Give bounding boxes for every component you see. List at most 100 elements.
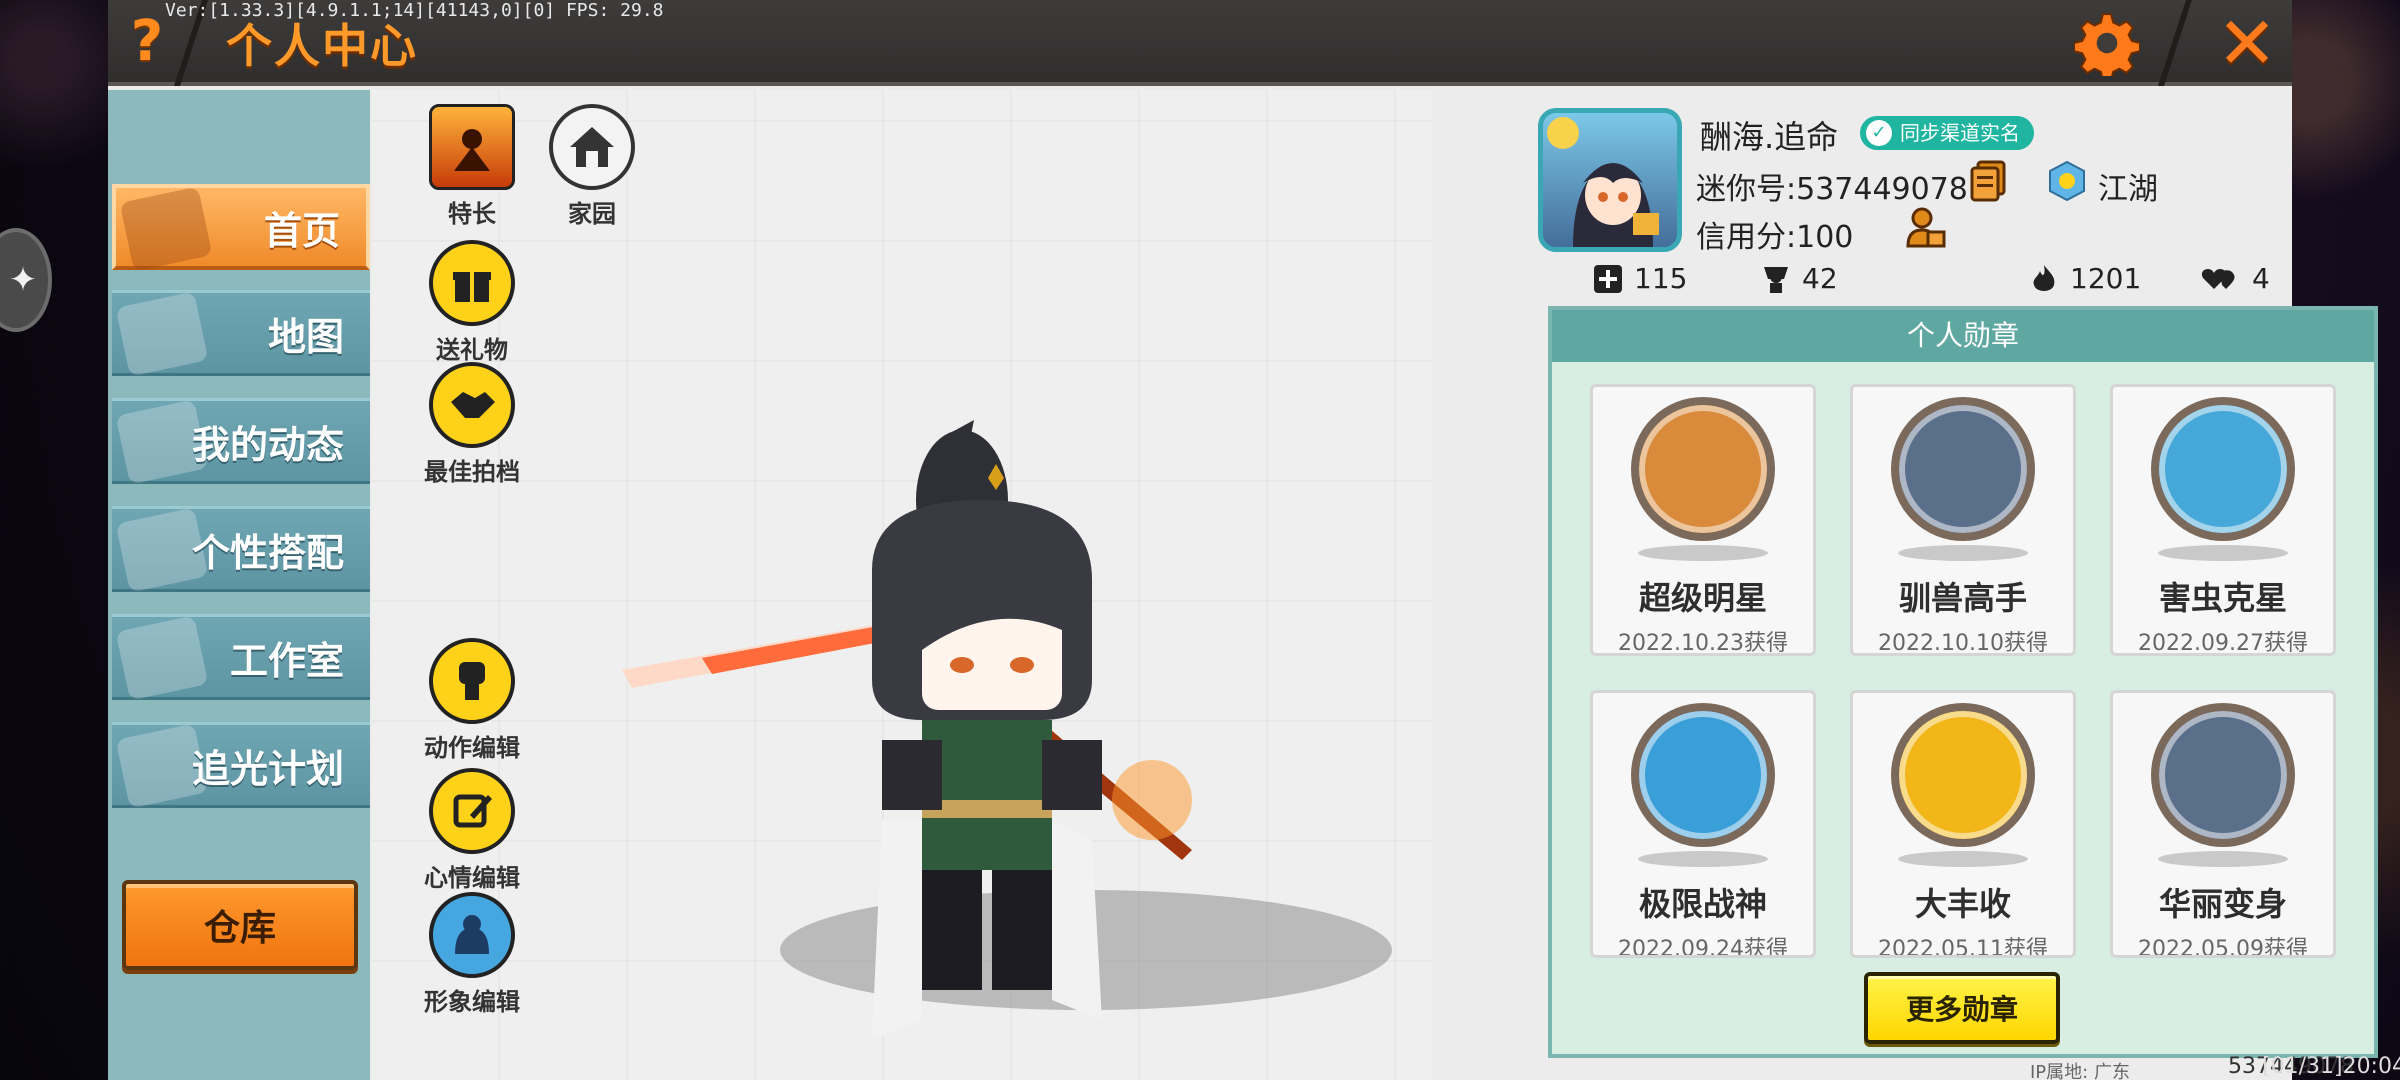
nav-item-label: 我的动态	[191, 422, 344, 467]
nav-item-label: 追光计划	[191, 746, 344, 791]
warehouse-label: 仓库	[203, 908, 276, 949]
medal-card[interactable]: 大丰收 2022.05.11获得	[1850, 690, 2076, 958]
map-icon	[115, 291, 209, 377]
super-star-medal-icon	[1631, 397, 1775, 541]
stat-popularity: 1201	[2028, 262, 2141, 295]
gift-icon	[429, 240, 515, 326]
stat-value: 115	[1634, 262, 1688, 295]
house-icon	[549, 104, 635, 190]
studio-icon	[115, 615, 209, 701]
medal-name: 华丽变身	[2158, 885, 2287, 923]
medal-date: 2022.10.23获得	[1618, 631, 1788, 656]
stat-likes: 4	[2198, 262, 2270, 295]
stat-value: 4	[2252, 262, 2270, 295]
stat-value: 1201	[2070, 262, 2142, 295]
appearance-edit-button[interactable]: 形象编辑	[412, 892, 532, 1017]
warehouse-button[interactable]: 仓库	[122, 880, 358, 970]
nav-item-outfit[interactable]: 个性搭配	[112, 506, 370, 593]
mood-edit-button[interactable]: 心情编辑	[412, 768, 532, 893]
medal-base	[2158, 545, 2288, 561]
harvest-medal-icon	[1891, 703, 2035, 847]
pest-buster-medal-icon	[2151, 397, 2295, 541]
home-icon	[119, 186, 213, 272]
mood-edit-label: 心情编辑	[424, 864, 520, 892]
character-model	[622, 420, 1192, 1040]
medal-name: 害虫克星	[2158, 579, 2287, 617]
flame-icon	[2033, 264, 2055, 291]
nav-item-studio[interactable]: 工作室	[112, 614, 370, 701]
nav-item-activity[interactable]: 我的动态	[112, 398, 370, 485]
nav-item-map[interactable]: 地图	[112, 290, 370, 377]
jianghu-label: 江湖	[2098, 172, 2158, 207]
send-gift-button[interactable]: 送礼物	[412, 240, 532, 365]
medal-base	[1898, 851, 2028, 867]
medal-card[interactable]: 超级明星 2022.10.23获得	[1590, 384, 1816, 656]
copy-icon[interactable]	[1970, 160, 2008, 202]
medal-card[interactable]: 害虫克星 2022.09.27获得	[2110, 384, 2336, 656]
medal-base	[1638, 545, 1768, 561]
debug-overlay-text: Ver:[1.33.3][4.9.1.1;14][41143,0][0] FPS…	[165, 0, 664, 21]
verified-user-icon: ✓	[1866, 120, 1892, 146]
character-stage: 特长 家园 送礼物 最佳拍档 动作编辑 心情编辑 形象编辑	[372, 90, 1432, 1080]
handshake-icon	[429, 362, 515, 448]
medal-name: 超级明星	[1638, 579, 1767, 617]
action-edit-button[interactable]: 动作编辑	[412, 638, 532, 763]
credit-score: 信用分:100	[1696, 220, 1854, 255]
medal-date: 2022.10.10获得	[1878, 631, 2048, 656]
more-medals-label: 更多勋章	[1905, 993, 2018, 1026]
close-icon[interactable]: ✕	[2212, 7, 2282, 79]
credit-person-icon[interactable]	[1906, 206, 1946, 250]
medal-panel: 个人勋章 超级明星 2022.10.23获得 驯兽高手 2022.10.10获得…	[1548, 306, 2378, 1058]
personal-center-panel: ? 个人中心 ✕ 首页 地图 我的动态 个性搭配 工作室 追光计划 仓库 特长 …	[108, 0, 2378, 1080]
skill-icon	[429, 104, 515, 190]
medal-name: 极限战神	[1638, 885, 1767, 923]
medal-name: 驯兽高手	[1898, 579, 2027, 617]
camera-icon: ✦	[8, 260, 38, 300]
stat-plus: 115	[1592, 262, 1687, 295]
verify-label: 同步渠道实名	[1900, 121, 2020, 145]
more-medals-button[interactable]: 更多勋章	[1864, 972, 2060, 1044]
skill-button[interactable]: 特长	[412, 104, 532, 229]
nav-item-light-plan[interactable]: 追光计划	[112, 722, 370, 809]
nav-item-label: 工作室	[229, 638, 344, 683]
plus-box-icon	[1594, 264, 1622, 293]
mini-id: 迷你号:537449078	[1696, 172, 1968, 207]
send-gift-label: 送礼物	[436, 336, 508, 364]
medal-date: 2022.09.24获得	[1618, 937, 1788, 958]
medal-base	[1898, 545, 2028, 561]
transform-medal-icon	[2151, 703, 2295, 847]
boss-medal-icon	[1631, 703, 1775, 847]
medal-card[interactable]: 极限战神 2022.09.24获得	[1590, 690, 1816, 958]
trophy-person-icon	[1764, 266, 1788, 293]
hearts-icon	[2201, 268, 2235, 289]
avatar[interactable]	[1538, 108, 1682, 252]
stat-fans: 42	[1760, 262, 1838, 295]
gear-icon[interactable]	[2074, 10, 2140, 76]
verify-badge[interactable]: ✓ 同步渠道实名	[1860, 116, 2034, 150]
appearance-icon	[429, 892, 515, 978]
ip-location: IP属地: 广东	[2030, 1062, 2130, 1080]
home-garden-button[interactable]: 家园	[532, 104, 652, 229]
best-partner-button[interactable]: 最佳拍档	[412, 362, 532, 487]
stat-value: 42	[1802, 262, 1838, 295]
profile-name: 酬海.追命	[1700, 118, 1839, 156]
nav-item-label: 首页	[263, 208, 340, 253]
medal-card[interactable]: 驯兽高手 2022.10.10获得	[1850, 384, 2076, 656]
nav-item-home[interactable]: 首页	[112, 184, 370, 272]
best-partner-label: 最佳拍档	[424, 458, 520, 486]
skill-label: 特长	[448, 200, 496, 228]
home-garden-label: 家园	[568, 200, 616, 228]
action-icon	[429, 638, 515, 724]
question-mark-icon[interactable]: ?	[122, 12, 172, 72]
nav-item-label: 地图	[267, 314, 344, 359]
title-divider	[2158, 0, 2192, 86]
medal-base	[1638, 851, 1768, 867]
medal-name: 大丰收	[1914, 885, 2011, 923]
medal-card[interactable]: 华丽变身 2022.05.09获得	[2110, 690, 2336, 958]
medal-base	[2158, 851, 2288, 867]
left-nav: 首页 地图 我的动态 个性搭配 工作室 追光计划 仓库	[108, 90, 370, 1080]
nav-item-label: 个性搭配	[191, 530, 344, 575]
medal-panel-header: 个人勋章	[1552, 310, 2374, 362]
jianghu-icon	[2049, 160, 2085, 202]
tamer-medal-icon	[1891, 397, 2035, 541]
